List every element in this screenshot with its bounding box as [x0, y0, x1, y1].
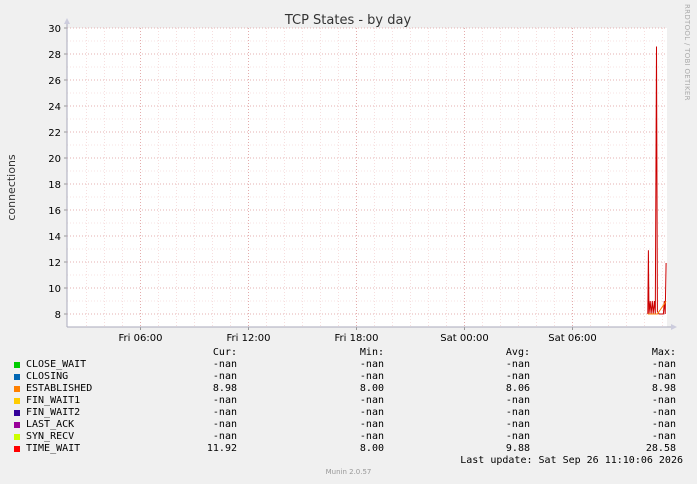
y-tick-label: 16	[48, 206, 61, 217]
legend-swatch	[14, 410, 20, 416]
legend-header-cur: Cur:	[212, 347, 237, 358]
legend-value-max: -nan	[651, 371, 676, 382]
legend-value-max: -nan	[651, 407, 676, 418]
legend-value-min: -nan	[359, 395, 384, 406]
rrdtool-credit: RRDTOOL / TOBI OETIKER	[683, 4, 691, 101]
y-tick-label: 24	[48, 102, 61, 113]
legend-header-min: Min:	[359, 347, 384, 358]
legend-value-max: -nan	[651, 359, 676, 370]
legend-value-max: -nan	[651, 395, 676, 406]
legend-value-avg: -nan	[505, 359, 530, 370]
legend-swatch	[14, 434, 20, 440]
legend-swatch	[14, 446, 20, 452]
x-tick-label: Fri 12:00	[227, 333, 271, 344]
legend-value-avg: -nan	[505, 407, 530, 418]
legend-value-max: -nan	[651, 419, 676, 430]
legend-value-min: -nan	[359, 419, 384, 430]
legend-value-cur: 11.92	[206, 443, 237, 454]
y-tick-label: 28	[48, 50, 61, 61]
chart-title: TCP States - by day	[284, 13, 412, 28]
legend-value-cur: -nan	[212, 419, 237, 430]
legend-name: FIN_WAIT2	[26, 407, 81, 418]
legend-value-min: -nan	[359, 407, 384, 418]
y-tick-label: 20	[48, 154, 61, 165]
legend-value-min: 8.00	[359, 443, 384, 454]
legend-value-max: 28.58	[645, 443, 676, 454]
legend-swatch	[14, 362, 20, 368]
legend-name: LAST_ACK	[26, 419, 75, 430]
legend-value-avg: -nan	[505, 419, 530, 430]
munin-version: Munin 2.0.57	[325, 468, 372, 476]
y-tick-label: 30	[48, 24, 61, 35]
legend-header-avg: Avg:	[505, 347, 530, 358]
legend-value-min: 8.00	[359, 383, 384, 394]
legend-swatch	[14, 422, 20, 428]
x-tick-label: Sat 00:00	[440, 333, 488, 344]
y-tick-label: 12	[48, 258, 61, 269]
y-tick-label: 10	[48, 284, 61, 295]
y-axis-label: connections	[5, 154, 18, 221]
legend-value-avg: 8.06	[505, 383, 530, 394]
x-tick-label: Fri 18:00	[335, 333, 379, 344]
legend-value-max: 8.98	[651, 383, 676, 394]
legend-name: FIN_WAIT1	[26, 395, 81, 406]
legend-value-cur: -nan	[212, 371, 237, 382]
legend-name: CLOSING	[26, 371, 69, 382]
y-tick-label: 8	[55, 310, 61, 321]
legend-value-avg: -nan	[505, 395, 530, 406]
legend-value-min: -nan	[359, 431, 384, 442]
legend-value-max: -nan	[651, 431, 676, 442]
legend-value-avg: -nan	[505, 431, 530, 442]
legend-swatch	[14, 398, 20, 404]
y-tick-label: 22	[48, 128, 61, 139]
legend-value-min: -nan	[359, 359, 384, 370]
y-tick-label: 18	[48, 180, 61, 191]
legend-value-min: -nan	[359, 371, 384, 382]
x-axis-arrow	[671, 324, 677, 330]
legend-value-cur: -nan	[212, 395, 237, 406]
legend-swatch	[14, 374, 20, 380]
legend-name: TIME_WAIT	[26, 443, 81, 454]
x-tick-label: Sat 06:00	[548, 333, 596, 344]
legend-value-cur: -nan	[212, 359, 237, 370]
legend-value-avg: 9.88	[505, 443, 530, 454]
y-axis-arrow	[64, 18, 70, 24]
legend-header-max: Max:	[651, 347, 676, 358]
legend-value-cur: -nan	[212, 431, 237, 442]
legend-name: CLOSE_WAIT	[26, 359, 87, 370]
legend-value-cur: 8.98	[212, 383, 237, 394]
legend-value-avg: -nan	[505, 371, 530, 382]
last-update: Last update: Sat Sep 26 11:10:06 2026	[460, 455, 683, 466]
plot-area	[67, 28, 667, 327]
legend-name: SYN_RECV	[26, 431, 75, 442]
legend-name: ESTABLISHED	[26, 383, 93, 394]
legend-swatch	[14, 386, 20, 392]
y-tick-label: 26	[48, 76, 61, 87]
y-tick-label: 14	[48, 232, 61, 243]
x-tick-label: Fri 06:00	[119, 333, 163, 344]
legend-value-cur: -nan	[212, 407, 237, 418]
